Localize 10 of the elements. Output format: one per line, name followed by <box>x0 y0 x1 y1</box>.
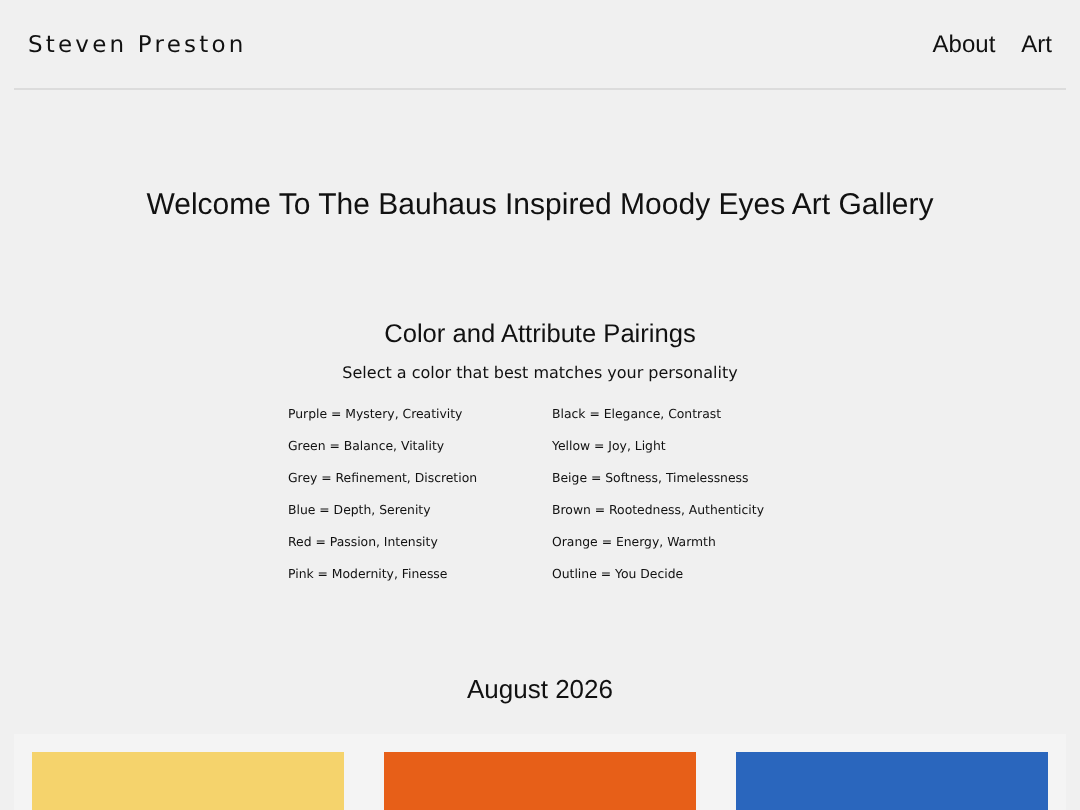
site-title: Steven Preston <box>28 30 247 58</box>
artwork-tile[interactable] <box>32 751 344 810</box>
artwork-tile[interactable] <box>384 751 696 810</box>
artwork-tile[interactable] <box>736 751 1048 810</box>
section-heading: Color and Attribute Pairings <box>382 316 698 352</box>
nav-link[interactable]: Art <box>1021 30 1052 58</box>
page-heading: Welcome To The Bauhaus Inspired Moody Eyes Art Gallery <box>144 186 936 226</box>
nav-link[interactable]: About <box>932 30 996 58</box>
section-subtitle: Select a color that best matches your personality <box>340 362 740 386</box>
month-heading: August 2026 <box>464 671 615 708</box>
